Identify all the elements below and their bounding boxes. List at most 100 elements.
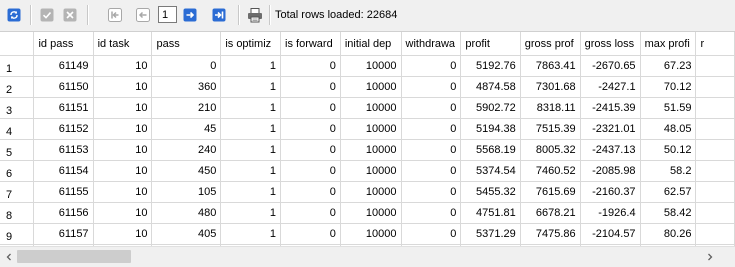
table-cell[interactable]: 0 bbox=[401, 118, 462, 140]
row-number-cell[interactable]: 6 bbox=[0, 160, 35, 182]
horizontal-scrollbar[interactable] bbox=[0, 246, 735, 267]
row-number-cell[interactable]: 2 bbox=[0, 76, 35, 98]
table-cell[interactable]: 0 bbox=[280, 55, 341, 77]
scroll-right-button[interactable] bbox=[701, 247, 718, 266]
table-cell[interactable]: 61152 bbox=[33, 118, 94, 140]
table-cell[interactable]: 61150 bbox=[33, 76, 94, 98]
table-cell[interactable]: 10 bbox=[93, 139, 153, 161]
table-cell[interactable]: 61153 bbox=[33, 139, 94, 161]
table-cell[interactable]: 10000 bbox=[340, 55, 402, 77]
first-page-button[interactable] bbox=[106, 6, 124, 24]
table-cell[interactable]: 61157 bbox=[33, 223, 94, 245]
table-cell[interactable]: 1 bbox=[220, 97, 282, 119]
table-cell[interactable]: -2085.98 bbox=[580, 160, 641, 182]
table-cell[interactable]: 405 bbox=[151, 223, 222, 245]
row-number-cell[interactable]: 7 bbox=[0, 181, 35, 203]
table-cell[interactable]: 0 bbox=[280, 76, 341, 98]
table-cell[interactable]: 8318.11 bbox=[520, 97, 581, 119]
page-number-input[interactable] bbox=[158, 6, 177, 23]
table-cell[interactable]: 7301.68 bbox=[520, 76, 581, 98]
table-cell[interactable]: -2160.37 bbox=[580, 181, 641, 203]
table-row[interactable]: 4 61152 10 45 1 0 10000 0 5194.38 7515.39 -2321.01… bbox=[0, 118, 735, 140]
table-cell[interactable]: 10000 bbox=[340, 76, 402, 98]
table-cell[interactable]: 10000 bbox=[340, 202, 402, 224]
prev-page-button[interactable] bbox=[134, 6, 152, 24]
table-cell[interactable]: 80.26 bbox=[640, 223, 697, 245]
last-page-button[interactable] bbox=[210, 6, 228, 24]
table-cell[interactable]: 48.05 bbox=[640, 118, 697, 140]
row-number-cell[interactable]: 3 bbox=[0, 97, 35, 119]
table-cell[interactable]: 0 bbox=[280, 118, 341, 140]
table-cell[interactable]: 7515.39 bbox=[520, 118, 581, 140]
table-cell[interactable]: 10000 bbox=[340, 139, 402, 161]
table-cell[interactable]: 10 bbox=[93, 181, 153, 203]
table-cell[interactable]: 360 bbox=[151, 76, 222, 98]
column-header[interactable]: gross prof bbox=[520, 32, 581, 56]
table-cell[interactable]: 1 bbox=[220, 76, 282, 98]
table-cell[interactable]: 61154 bbox=[33, 160, 94, 182]
table-cell[interactable]: 0 bbox=[401, 202, 462, 224]
table-cell[interactable]: 0 bbox=[280, 97, 341, 119]
table-cell[interactable]: 70.12 bbox=[640, 76, 697, 98]
table-cell[interactable]: 1 bbox=[220, 139, 282, 161]
table-cell[interactable]: 10 bbox=[93, 76, 153, 98]
table-cell[interactable] bbox=[695, 223, 735, 245]
table-cell[interactable] bbox=[695, 55, 735, 77]
table-cell[interactable]: -2437.13 bbox=[580, 139, 641, 161]
column-header[interactable]: gross loss bbox=[580, 32, 641, 56]
table-cell[interactable]: 10000 bbox=[340, 160, 402, 182]
table-cell[interactable]: 0 bbox=[280, 223, 341, 245]
table-cell[interactable]: 10000 bbox=[340, 118, 402, 140]
table-cell[interactable]: -2670.65 bbox=[580, 55, 641, 77]
column-header[interactable]: max profi bbox=[640, 32, 697, 56]
table-cell[interactable] bbox=[695, 97, 735, 119]
table-cell[interactable]: 10 bbox=[93, 202, 153, 224]
table-cell[interactable]: 5371.29 bbox=[460, 223, 521, 245]
table-cell[interactable]: 7615.69 bbox=[520, 181, 581, 203]
table-cell[interactable]: 61151 bbox=[33, 97, 94, 119]
table-cell[interactable]: 61149 bbox=[33, 55, 94, 77]
table-cell[interactable]: 10000 bbox=[340, 223, 402, 245]
table-cell[interactable]: 58.2 bbox=[640, 160, 697, 182]
table-cell[interactable]: -1926.4 bbox=[580, 202, 641, 224]
table-cell[interactable] bbox=[695, 76, 735, 98]
table-cell[interactable]: 6678.21 bbox=[520, 202, 581, 224]
table-cell[interactable] bbox=[695, 139, 735, 161]
table-cell[interactable]: 5192.76 bbox=[460, 55, 521, 77]
table-cell[interactable]: 1 bbox=[220, 160, 282, 182]
table-cell[interactable]: 5568.19 bbox=[460, 139, 521, 161]
table-cell[interactable]: 45 bbox=[151, 118, 222, 140]
table-cell[interactable]: 7460.52 bbox=[520, 160, 581, 182]
table-cell[interactable]: 1 bbox=[220, 118, 282, 140]
column-header[interactable]: id pass bbox=[33, 32, 94, 56]
table-cell[interactable] bbox=[695, 160, 735, 182]
table-cell[interactable]: 0 bbox=[401, 223, 462, 245]
row-number-cell[interactable]: 8 bbox=[0, 202, 35, 224]
table-cell[interactable]: 0 bbox=[151, 55, 222, 77]
table-row[interactable]: 6 61154 10 450 1 0 10000 0 5374.54 7460.52 -2085.9… bbox=[0, 160, 735, 182]
table-cell[interactable]: 7863.41 bbox=[520, 55, 581, 77]
table-cell[interactable] bbox=[695, 181, 735, 203]
table-cell[interactable] bbox=[695, 202, 735, 224]
table-cell[interactable] bbox=[695, 118, 735, 140]
scrollbar-thumb[interactable] bbox=[17, 250, 131, 263]
table-cell[interactable]: 10 bbox=[93, 55, 153, 77]
table-cell[interactable]: 0 bbox=[401, 76, 462, 98]
table-cell[interactable]: -2321.01 bbox=[580, 118, 641, 140]
table-cell[interactable]: 5902.72 bbox=[460, 97, 521, 119]
row-number-cell[interactable]: 1 bbox=[0, 55, 35, 77]
column-header[interactable]: initial dep bbox=[340, 32, 402, 56]
table-cell[interactable]: 10 bbox=[93, 97, 153, 119]
table-row[interactable]: 3 61151 10 210 1 0 10000 0 5902.72 8318.11 -2415.3… bbox=[0, 97, 735, 119]
table-cell[interactable]: 480 bbox=[151, 202, 222, 224]
table-cell[interactable]: 240 bbox=[151, 139, 222, 161]
table-cell[interactable]: 0 bbox=[280, 160, 341, 182]
table-cell[interactable]: 50.12 bbox=[640, 139, 697, 161]
table-cell[interactable]: 1 bbox=[220, 181, 282, 203]
table-cell[interactable]: 10 bbox=[93, 118, 153, 140]
table-cell[interactable]: 67.23 bbox=[640, 55, 697, 77]
row-number-cell[interactable]: 9 bbox=[0, 223, 35, 245]
table-cell[interactable]: 10000 bbox=[340, 181, 402, 203]
table-cell[interactable]: 7475.86 bbox=[520, 223, 581, 245]
row-number-header[interactable] bbox=[0, 32, 35, 56]
